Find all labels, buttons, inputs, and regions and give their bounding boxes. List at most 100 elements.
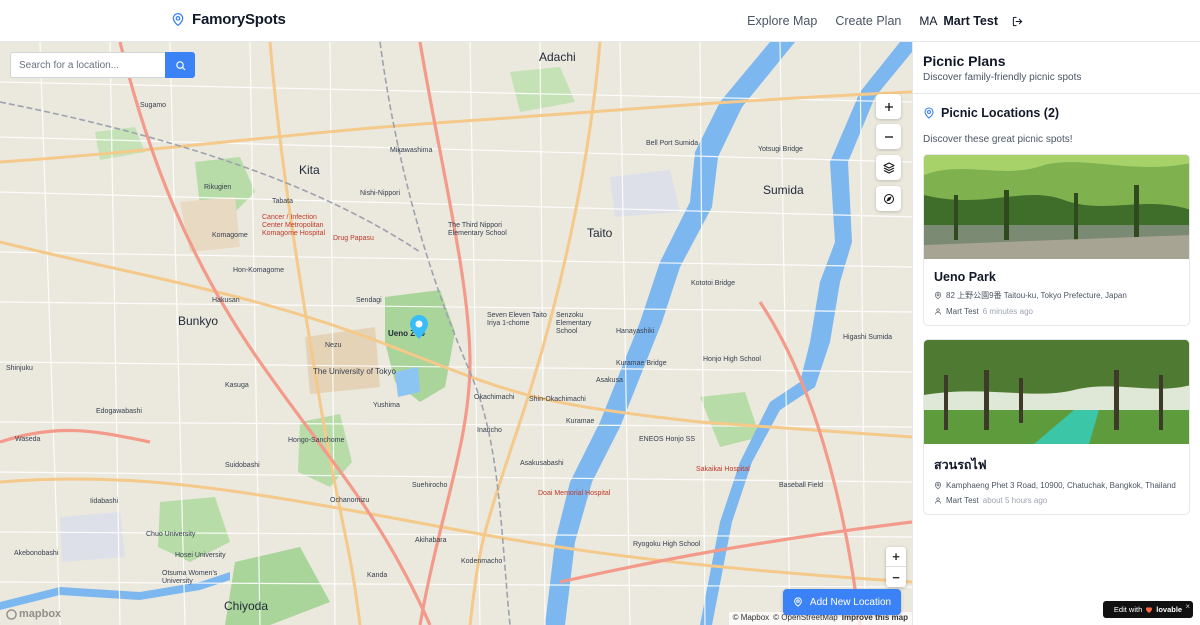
label-tabata: Tabata xyxy=(272,198,294,205)
label-chiyoda: Chiyoda xyxy=(224,599,269,613)
brand-logo[interactable]: FamorySpots xyxy=(171,11,286,28)
label-kanda: Kanda xyxy=(367,572,388,579)
zoom-out-button[interactable] xyxy=(876,124,901,149)
layers-icon xyxy=(883,162,894,173)
label-yushima: Yushima xyxy=(373,402,400,409)
label-ryogoku: Ryogoku High School xyxy=(633,541,701,548)
location-address-row: Kamphaeng Phet 3 Road, 10900, Chatuchak,… xyxy=(934,481,1179,490)
label-hanayashiki: Hanayashiki xyxy=(616,328,655,335)
label-rikugien: Rikugien xyxy=(204,184,232,191)
compass-icon xyxy=(883,193,894,204)
nav-create-plan[interactable]: Create Plan xyxy=(835,14,901,28)
label-akebonobashi: Akebonobashi xyxy=(14,550,59,557)
label-kuramae-bridge: Kuramae Bridge xyxy=(616,360,667,367)
label-seven-eleven: Seven Eleven Taito Iriya 1-chome xyxy=(487,312,547,327)
label-kasuga: Kasuga xyxy=(225,382,249,389)
label-bunkyo: Bunkyo xyxy=(178,314,219,328)
label-nishi-nippori: Nishi-Nippori xyxy=(360,190,401,197)
mapbox-zoom-out[interactable]: − xyxy=(886,567,906,587)
edit-with-lovable-badge[interactable]: Edit with lovable × xyxy=(1103,601,1193,618)
logout-button[interactable] xyxy=(1012,16,1023,27)
heart-icon xyxy=(1146,606,1153,613)
location-card[interactable]: Ueno Park 82 上野公園9番 Taitou-ku, Tokyo Pre… xyxy=(923,154,1190,326)
search-button[interactable] xyxy=(165,52,195,78)
search-input[interactable] xyxy=(10,52,165,78)
zoom-in-button[interactable] xyxy=(876,94,901,119)
label-kita: Kita xyxy=(299,163,320,177)
label-hosei: Hosei University xyxy=(175,552,226,559)
label-sendagi: Sendagi xyxy=(356,297,382,304)
avatar[interactable]: MA xyxy=(919,14,937,28)
label-yotsugi-bridge: Yotsugi Bridge xyxy=(758,146,803,153)
user-icon xyxy=(934,497,942,504)
sidebar-header: Picnic Plans Discover family-friendly pi… xyxy=(913,42,1200,94)
mapbox-logo-icon xyxy=(6,608,17,620)
label-kuramae: Kuramae xyxy=(566,418,595,425)
mapbox-zoom-in[interactable]: + xyxy=(886,547,906,567)
label-kototoi-bridge: Kototoi Bridge xyxy=(691,280,735,287)
search-icon xyxy=(175,60,185,70)
nav-explore-map[interactable]: Explore Map xyxy=(747,14,817,28)
label-chuo-univ: Chuo University xyxy=(146,531,196,538)
user-name[interactable]: Mart Test xyxy=(943,14,998,28)
label-bell-port: Bell Port Sumida xyxy=(646,140,699,147)
location-card[interactable]: สวนรถไฟ Kamphaeng Phet 3 Road, 10900, Ch… xyxy=(923,339,1190,515)
location-search xyxy=(10,52,195,78)
map-tiles xyxy=(0,42,912,625)
location-author: Mart Test xyxy=(946,307,979,316)
location-address: Kamphaeng Phet 3 Road, 10900, Chatuchak,… xyxy=(946,481,1176,490)
location-title: สวนรถไฟ xyxy=(934,458,987,472)
attrib-mapbox[interactable]: © Mapbox xyxy=(733,613,770,624)
add-location-label: Add New Location xyxy=(809,596,892,608)
add-location-button[interactable]: Add New Location xyxy=(783,589,901,615)
map-pin-icon xyxy=(172,13,184,26)
label-sakaikai: Sakaikai Hospital xyxy=(696,466,750,473)
label-sugamo: Sugamo xyxy=(140,102,167,109)
top-nav: Explore Map Create Plan MA Mart Test xyxy=(747,0,1200,42)
label-senzoku-school: Senzoku Elementary School xyxy=(556,312,592,335)
locations-section: Picnic Locations (2) Discover these grea… xyxy=(913,94,1200,515)
label-higashi-sumida: Higashi Sumida xyxy=(843,334,893,341)
user-icon xyxy=(934,308,942,315)
location-photo xyxy=(924,155,1189,259)
label-otsuma: Otsuma Women's University xyxy=(162,570,218,585)
mapbox-zoom-control: + − xyxy=(886,547,906,587)
location-address: 82 上野公園9番 Taitou-ku, Tokyo Prefecture, J… xyxy=(946,291,1127,300)
label-waseda: Waseda xyxy=(15,436,41,443)
location-meta-row: Mart Test 6 minutes ago xyxy=(934,307,1179,316)
label-mikawashima: Mikawashima xyxy=(390,147,433,154)
label-hakusan: Hakusan xyxy=(212,297,240,304)
label-shinjuku: Shinjuku xyxy=(6,365,33,372)
label-honjo-high: Honjo High School xyxy=(703,356,761,363)
location-time: about 5 hours ago xyxy=(982,496,1048,505)
label-kodenmacho: Kodenmacho xyxy=(461,558,503,565)
logout-icon xyxy=(1012,16,1023,26)
label-komagome: Komagome xyxy=(212,232,248,239)
location-photo xyxy=(924,340,1189,444)
label-akihabara: Akihabara xyxy=(415,537,447,544)
minus-icon xyxy=(884,135,893,138)
mapbox-logo[interactable]: mapbox xyxy=(6,608,61,620)
label-hon-komagome: Hon-Komagome xyxy=(233,267,284,274)
badge-close-button[interactable]: × xyxy=(1185,602,1190,611)
label-taito: Taito xyxy=(587,226,613,240)
label-nezu: Nezu xyxy=(325,342,342,349)
location-card-body: สวนรถไฟ Kamphaeng Phet 3 Road, 10900, Ch… xyxy=(924,444,1189,514)
location-address-row: 82 上野公園9番 Taitou-ku, Tokyo Prefecture, J… xyxy=(934,290,1179,301)
label-okachimachi: Okachimachi xyxy=(474,394,515,401)
map-marker-icon[interactable] xyxy=(410,315,428,339)
locations-title: Picnic Locations (2) xyxy=(941,106,1060,120)
sidebar: Picnic Plans Discover family-friendly pi… xyxy=(912,42,1200,625)
map-pin-icon xyxy=(924,107,934,119)
map-canvas[interactable]: Adachi Kita Sumida Taito Bunkyo Chiyoda … xyxy=(0,42,912,625)
location-title: Ueno Park xyxy=(934,270,996,284)
compass-button[interactable] xyxy=(876,186,901,211)
label-hongo: Hongo-Sanchome xyxy=(288,437,345,444)
location-author: Mart Test xyxy=(946,496,979,505)
label-suehirocho: Suehirocho xyxy=(412,482,448,489)
sidebar-subtitle: Discover family-friendly picnic spots xyxy=(923,72,1082,83)
layers-button[interactable] xyxy=(876,155,901,180)
sidebar-title: Picnic Plans xyxy=(923,53,1006,69)
label-baseball: Baseball Field xyxy=(779,482,823,489)
label-doai: Doai Memorial Hospital xyxy=(538,490,611,497)
